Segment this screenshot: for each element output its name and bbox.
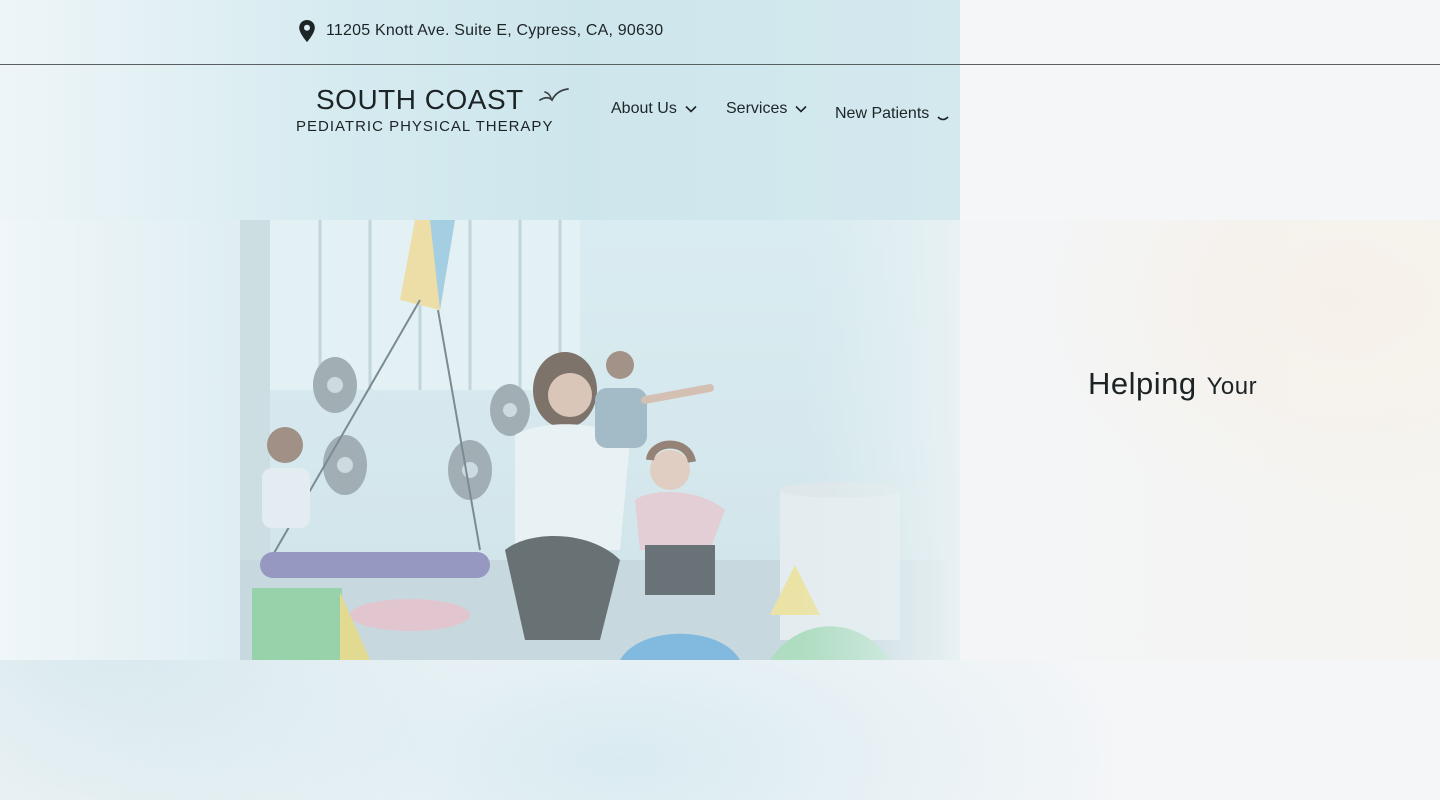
hero-heading: Helping Your: [1088, 366, 1257, 402]
site-logo[interactable]: SOUTH COAST PEDIATRIC PHYSICAL THERAPY: [296, 84, 576, 140]
map-pin-icon: [299, 20, 315, 42]
chevron-down-icon: [937, 116, 949, 121]
side-tint: [0, 220, 240, 660]
nav-label: New Patients: [835, 105, 930, 122]
hero-image: [240, 220, 960, 660]
logo-title: SOUTH COAST: [316, 84, 524, 115]
chevron-down-icon: [685, 105, 697, 113]
address-text: 11205 Knott Ave. Suite E, Cypress, CA, 9…: [326, 22, 664, 39]
hero-heading-word-1: Helping: [1088, 366, 1197, 401]
logo-subtitle: PEDIATRIC PHYSICAL THERAPY: [296, 118, 554, 135]
nav-label: About Us: [611, 100, 677, 117]
top-bar: 11205 Knott Ave. Suite E, Cypress, CA, 9…: [0, 0, 1440, 65]
nav-item-services[interactable]: Services: [726, 100, 807, 118]
chevron-down-icon: [795, 105, 807, 113]
nav-item-new-patients[interactable]: New Patients: [835, 105, 949, 123]
bird-icon: [539, 88, 569, 102]
hero-panel: [960, 220, 1440, 660]
nav-item-about-us[interactable]: About Us: [611, 100, 697, 118]
page: 11205 Knott Ave. Suite E, Cypress, CA, 9…: [0, 0, 1440, 800]
address-link[interactable]: 11205 Knott Ave. Suite E, Cypress, CA, 9…: [298, 20, 663, 42]
hero-illustration: [240, 220, 960, 660]
hero-heading-word-2: Your: [1206, 373, 1258, 400]
nav-label: Services: [726, 100, 788, 117]
